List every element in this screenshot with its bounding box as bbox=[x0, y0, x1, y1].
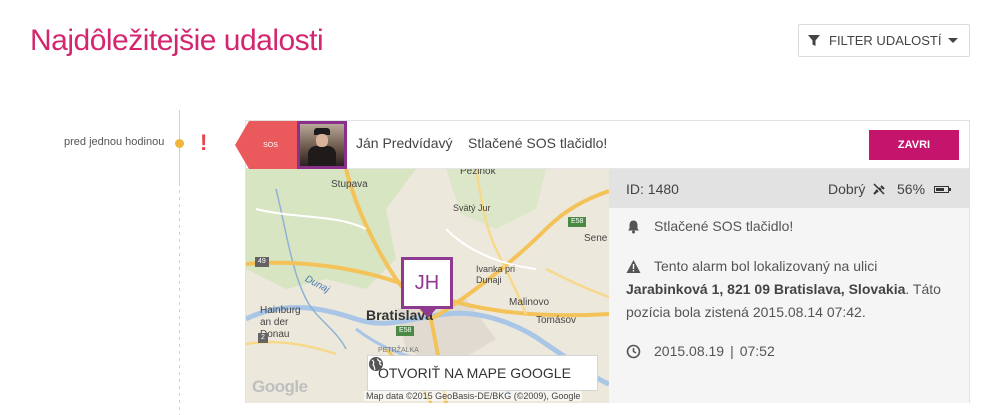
map-label-svaty-jur: Svätý Jur bbox=[453, 203, 491, 213]
close-button[interactable]: ZAVRI bbox=[869, 130, 959, 160]
road-badge-e58: E58 bbox=[568, 217, 587, 227]
filter-icon bbox=[808, 34, 820, 46]
map-label-tomasov: Tomásov bbox=[536, 315, 577, 326]
details-time-row: 2015.08.19 | 07:52 bbox=[626, 340, 775, 363]
event-header: SOS Ján Predvídavý Stlačené SOS tlačidlo… bbox=[235, 121, 969, 169]
map-label-stupava: Stupava bbox=[331, 179, 368, 190]
google-logo: Google bbox=[252, 377, 308, 396]
avatar bbox=[297, 121, 347, 169]
event-time-label: pred jednou hodinou bbox=[64, 136, 165, 148]
map-marker-pointer bbox=[420, 309, 436, 318]
details-message-row: Stlačené SOS tlačidlo! bbox=[626, 215, 793, 238]
details-header: ID: 1480 Dobrý 56% bbox=[609, 169, 969, 208]
sos-badge: SOS bbox=[235, 121, 298, 169]
location-prefix: Tento alarm bol lokalizovaný na ulici bbox=[654, 258, 878, 274]
map-label-petrzalka: PETRŽALKA bbox=[378, 347, 419, 354]
filter-events-button[interactable]: FILTER UDALOSTÍ bbox=[798, 24, 970, 57]
map-credit: Map data ©2015 GeoBasis-DE/BKG (©2009), … bbox=[364, 391, 583, 401]
page-title: Najdôležitejšie udalosti bbox=[30, 24, 324, 57]
globe-icon bbox=[369, 357, 383, 371]
warning-icon bbox=[626, 260, 641, 273]
location-address: Jarabinková 1, 821 09 Bratislava, Slovak… bbox=[626, 281, 906, 297]
clock-icon bbox=[626, 344, 641, 359]
filter-label: FILTER UDALOSTÍ bbox=[829, 33, 942, 48]
timeline-dash bbox=[179, 186, 180, 415]
map-label-pezinok: Pezinok bbox=[460, 169, 496, 177]
datetime-separator: | bbox=[730, 343, 734, 359]
alert-icon: ! bbox=[200, 130, 208, 155]
road-badge-e58: E58 bbox=[396, 326, 415, 336]
open-map-label: OTVORIŤ NA MAPE GOOGLE bbox=[378, 365, 571, 381]
road-badge-49: 49 bbox=[255, 257, 269, 267]
battery-level: 56% bbox=[897, 181, 926, 197]
person-name: Ján Predvídavý bbox=[356, 135, 453, 151]
bell-icon bbox=[628, 220, 639, 234]
event-datetime: 2015.08.19 | 07:52 bbox=[626, 340, 775, 363]
signal-status: Dobrý bbox=[828, 181, 866, 197]
chevron-down-icon bbox=[948, 38, 959, 43]
event-card: SOS Ján Predvídavý Stlačené SOS tlačidlo… bbox=[235, 120, 970, 403]
map-marker[interactable]: JH bbox=[401, 257, 453, 309]
event-message: Stlačené SOS tlačidlo! bbox=[468, 135, 608, 151]
road-badge-2: 2 bbox=[258, 333, 268, 343]
event-details: ID: 1480 Dobrý 56% Stlačené SOS tlačidlo… bbox=[609, 169, 969, 403]
map-label-senec: Sene bbox=[584, 233, 608, 244]
map-label-malinovo: Malinovo bbox=[509, 297, 550, 308]
open-google-maps-button[interactable]: OTVORIŤ NA MAPE GOOGLE bbox=[367, 355, 598, 391]
event-map[interactable]: Pezinok Stupava Svätý Jur Sene Ivanka pr… bbox=[246, 169, 609, 403]
event-date: 2015.08.19 bbox=[654, 343, 725, 359]
no-signal-icon bbox=[873, 183, 885, 195]
battery-icon bbox=[934, 186, 951, 193]
map-label-ivanka: Ivanka pri Dunaji bbox=[476, 264, 516, 285]
timeline-dot bbox=[175, 139, 184, 148]
details-location-row: Tento alarm bol lokalizovaný na ulici Ja… bbox=[626, 255, 956, 324]
location-text: Tento alarm bol lokalizovaný na ulici Ja… bbox=[626, 255, 956, 324]
details-message: Stlačené SOS tlačidlo! bbox=[654, 218, 794, 234]
event-id: ID: 1480 bbox=[626, 181, 679, 197]
event-time: 07:52 bbox=[739, 343, 775, 359]
